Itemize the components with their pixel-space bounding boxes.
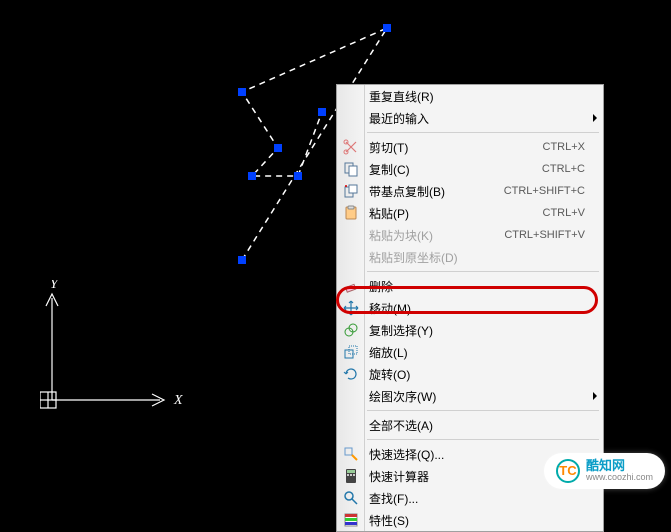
menu-label: 查找(F)... [369, 490, 603, 507]
menu-copy[interactable]: 复制(C) CTRL+C [337, 158, 603, 180]
menu-draworder[interactable]: 绘图次序(W) [337, 385, 603, 407]
menu-label: 全部不选(A) [369, 417, 603, 434]
grip-handle[interactable] [248, 172, 256, 180]
menu-label: 重复直线(R) [369, 88, 603, 105]
menu-move[interactable]: 移动(M) [337, 297, 603, 319]
copy-icon [341, 159, 361, 179]
watermark-url: www.coozhi.com [586, 473, 653, 483]
copy-base-icon [341, 181, 361, 201]
copy-selection-icon [341, 320, 361, 340]
menu-label: 复制选择(Y) [369, 322, 603, 339]
menu-label: 复制(C) [369, 161, 542, 178]
menu-paste-orig: 粘贴到原坐标(D) [337, 246, 603, 268]
watermark-logo: TC [556, 459, 580, 483]
menu-label: 带基点复制(B) [369, 183, 504, 200]
scissors-icon [341, 137, 361, 157]
menu-label: 绘图次序(W) [369, 388, 603, 405]
grip-handle[interactable] [318, 108, 326, 116]
menu-label: 删除 [369, 278, 603, 295]
menu-find[interactable]: 查找(F)... [337, 487, 603, 509]
menu-separator [367, 132, 599, 133]
menu-separator [367, 410, 599, 411]
menu-shortcut: CTRL+SHIFT+V [504, 229, 603, 241]
paste-icon [341, 203, 361, 223]
ucs-icon: Y X [40, 280, 200, 440]
chevron-right-icon [593, 114, 597, 122]
menu-shortcut: CTRL+SHIFT+C [504, 185, 603, 197]
axis-y-label: Y [50, 280, 60, 292]
menu-copy-base[interactable]: 带基点复制(B) CTRL+SHIFT+C [337, 180, 603, 202]
properties-icon [341, 510, 361, 530]
watermark: TC 酷知网 www.coozhi.com [544, 453, 665, 489]
menu-label: 旋转(O) [369, 366, 603, 383]
chevron-right-icon [593, 392, 597, 400]
rotate-icon [341, 364, 361, 384]
grip-handle[interactable] [294, 172, 302, 180]
menu-deselect-all[interactable]: 全部不选(A) [337, 414, 603, 436]
move-icon [341, 298, 361, 318]
menu-label: 粘贴(P) [369, 205, 543, 222]
menu-rotate[interactable]: 旋转(O) [337, 363, 603, 385]
quickselect-icon [341, 444, 361, 464]
erase-icon [341, 276, 361, 296]
find-icon [341, 488, 361, 508]
menu-label: 剪切(T) [369, 139, 543, 156]
axis-x-label: X [173, 393, 183, 408]
menu-label: 最近的输入 [369, 110, 603, 127]
menu-shortcut: CTRL+X [543, 141, 604, 153]
scale-icon [341, 342, 361, 362]
menu-label: 粘贴到原坐标(D) [369, 249, 603, 266]
menu-paste-block: 粘贴为块(K) CTRL+SHIFT+V [337, 224, 603, 246]
grip-handle[interactable] [274, 144, 282, 152]
menu-properties[interactable]: 特性(S) [337, 509, 603, 531]
menu-separator [367, 271, 599, 272]
menu-label: 特性(S) [369, 512, 603, 529]
watermark-name: 酷知网 [586, 459, 653, 473]
menu-label: 缩放(L) [369, 344, 603, 361]
menu-scale[interactable]: 缩放(L) [337, 341, 603, 363]
menu-repeat-line[interactable]: 重复直线(R) [337, 85, 603, 107]
calculator-icon [341, 466, 361, 486]
menu-erase[interactable]: 删除 [337, 275, 603, 297]
menu-label: 粘贴为块(K) [369, 227, 504, 244]
grip-handle[interactable] [238, 256, 246, 264]
grip-handle[interactable] [383, 24, 391, 32]
menu-shortcut: CTRL+C [542, 163, 603, 175]
grip-handle[interactable] [238, 88, 246, 96]
menu-shortcut: CTRL+V [543, 207, 604, 219]
menu-paste[interactable]: 粘贴(P) CTRL+V [337, 202, 603, 224]
menu-copy-selection[interactable]: 复制选择(Y) [337, 319, 603, 341]
menu-separator [367, 439, 599, 440]
menu-recent-input[interactable]: 最近的输入 [337, 107, 603, 129]
menu-cut[interactable]: 剪切(T) CTRL+X [337, 136, 603, 158]
menu-label: 移动(M) [369, 300, 603, 317]
